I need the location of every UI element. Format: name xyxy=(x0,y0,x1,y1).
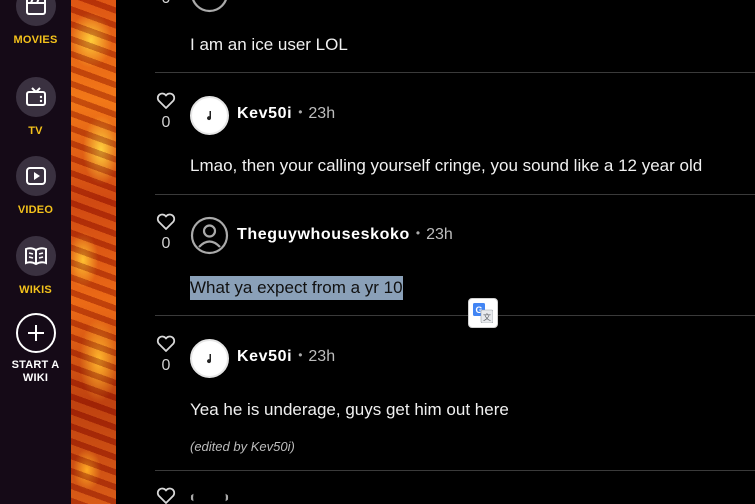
play-icon xyxy=(15,156,56,196)
nav-start-wiki-label: START A WIKI xyxy=(0,359,71,385)
like-count: 0 xyxy=(161,114,171,131)
divider xyxy=(155,470,755,471)
username[interactable]: Kev50i xyxy=(237,105,292,122)
comment-text: I am an ice user LOL xyxy=(190,35,348,54)
avatar[interactable] xyxy=(190,491,229,504)
divider xyxy=(155,194,755,195)
separator-dot: • xyxy=(298,348,303,362)
nav-movies-label: MOVIES xyxy=(13,34,58,46)
like-count: 0 xyxy=(161,357,171,374)
like-button[interactable]: 0 xyxy=(155,92,177,132)
username[interactable]: Theguywhouseskoko xyxy=(237,226,410,243)
comment-meta: Kev50i • 23h xyxy=(237,348,335,366)
background-artwork xyxy=(71,0,116,504)
like-button[interactable] xyxy=(155,487,177,504)
heart-icon xyxy=(156,92,176,109)
translate-icon: G文 xyxy=(473,303,493,323)
side-nav: MOVIES TV VIDEO WIKIS START A WIKI xyxy=(0,0,71,504)
plus-icon xyxy=(15,313,56,353)
edited-note: (edited by Kev50i) xyxy=(190,439,295,454)
comment-meta: Kev50i • 23h xyxy=(237,105,335,123)
username[interactable]: Kev50i xyxy=(237,348,292,365)
comment-text: Lmao, then your calling yourself cringe,… xyxy=(190,156,703,175)
avatar[interactable] xyxy=(190,216,229,255)
comment-text-selected: What ya expect from a yr 10 xyxy=(190,276,403,300)
avatar[interactable] xyxy=(190,339,229,378)
book-icon xyxy=(15,236,56,276)
nav-start-wiki-line2: WIKI xyxy=(22,372,49,384)
separator-dot: • xyxy=(298,105,303,119)
svg-text:文: 文 xyxy=(483,312,491,322)
like-count: 0 xyxy=(155,0,177,8)
divider xyxy=(155,315,755,316)
heart-icon xyxy=(156,487,176,504)
nav-video[interactable]: VIDEO xyxy=(0,156,71,216)
nav-wikis[interactable]: WIKIS xyxy=(0,236,71,296)
nav-tv-label: TV xyxy=(28,125,43,137)
comment-text: Yea he is underage, guys get him out her… xyxy=(190,400,509,419)
nav-video-label: VIDEO xyxy=(17,204,54,216)
timestamp: 23h xyxy=(308,348,336,365)
google-translate-button[interactable]: G文 xyxy=(468,298,498,328)
nav-tv[interactable]: TV xyxy=(0,77,71,137)
timestamp: 23h xyxy=(308,105,336,122)
like-button[interactable]: 0 xyxy=(155,213,177,253)
clapperboard-icon xyxy=(15,0,56,26)
music-note-icon xyxy=(206,110,211,120)
nav-start-wiki-line1: START A xyxy=(11,359,60,371)
nav-movies[interactable]: MOVIES xyxy=(0,0,71,46)
avatar[interactable] xyxy=(190,96,229,135)
timestamp: 23h xyxy=(426,226,453,243)
heart-icon xyxy=(156,213,176,230)
like-count: 0 xyxy=(161,235,171,252)
tv-icon xyxy=(15,77,56,117)
like-button[interactable]: 0 xyxy=(155,0,177,8)
nav-wikis-label: WIKIS xyxy=(19,284,52,296)
heart-icon xyxy=(156,335,176,352)
separator-dot: • xyxy=(415,226,421,240)
user-icon xyxy=(190,216,229,255)
music-note-icon xyxy=(206,353,211,363)
comment-meta: Theguywhouseskoko • 23h xyxy=(237,226,453,244)
divider xyxy=(155,72,755,73)
like-button[interactable]: 0 xyxy=(155,335,177,375)
nav-start-wiki[interactable]: START A WIKI xyxy=(0,313,71,385)
